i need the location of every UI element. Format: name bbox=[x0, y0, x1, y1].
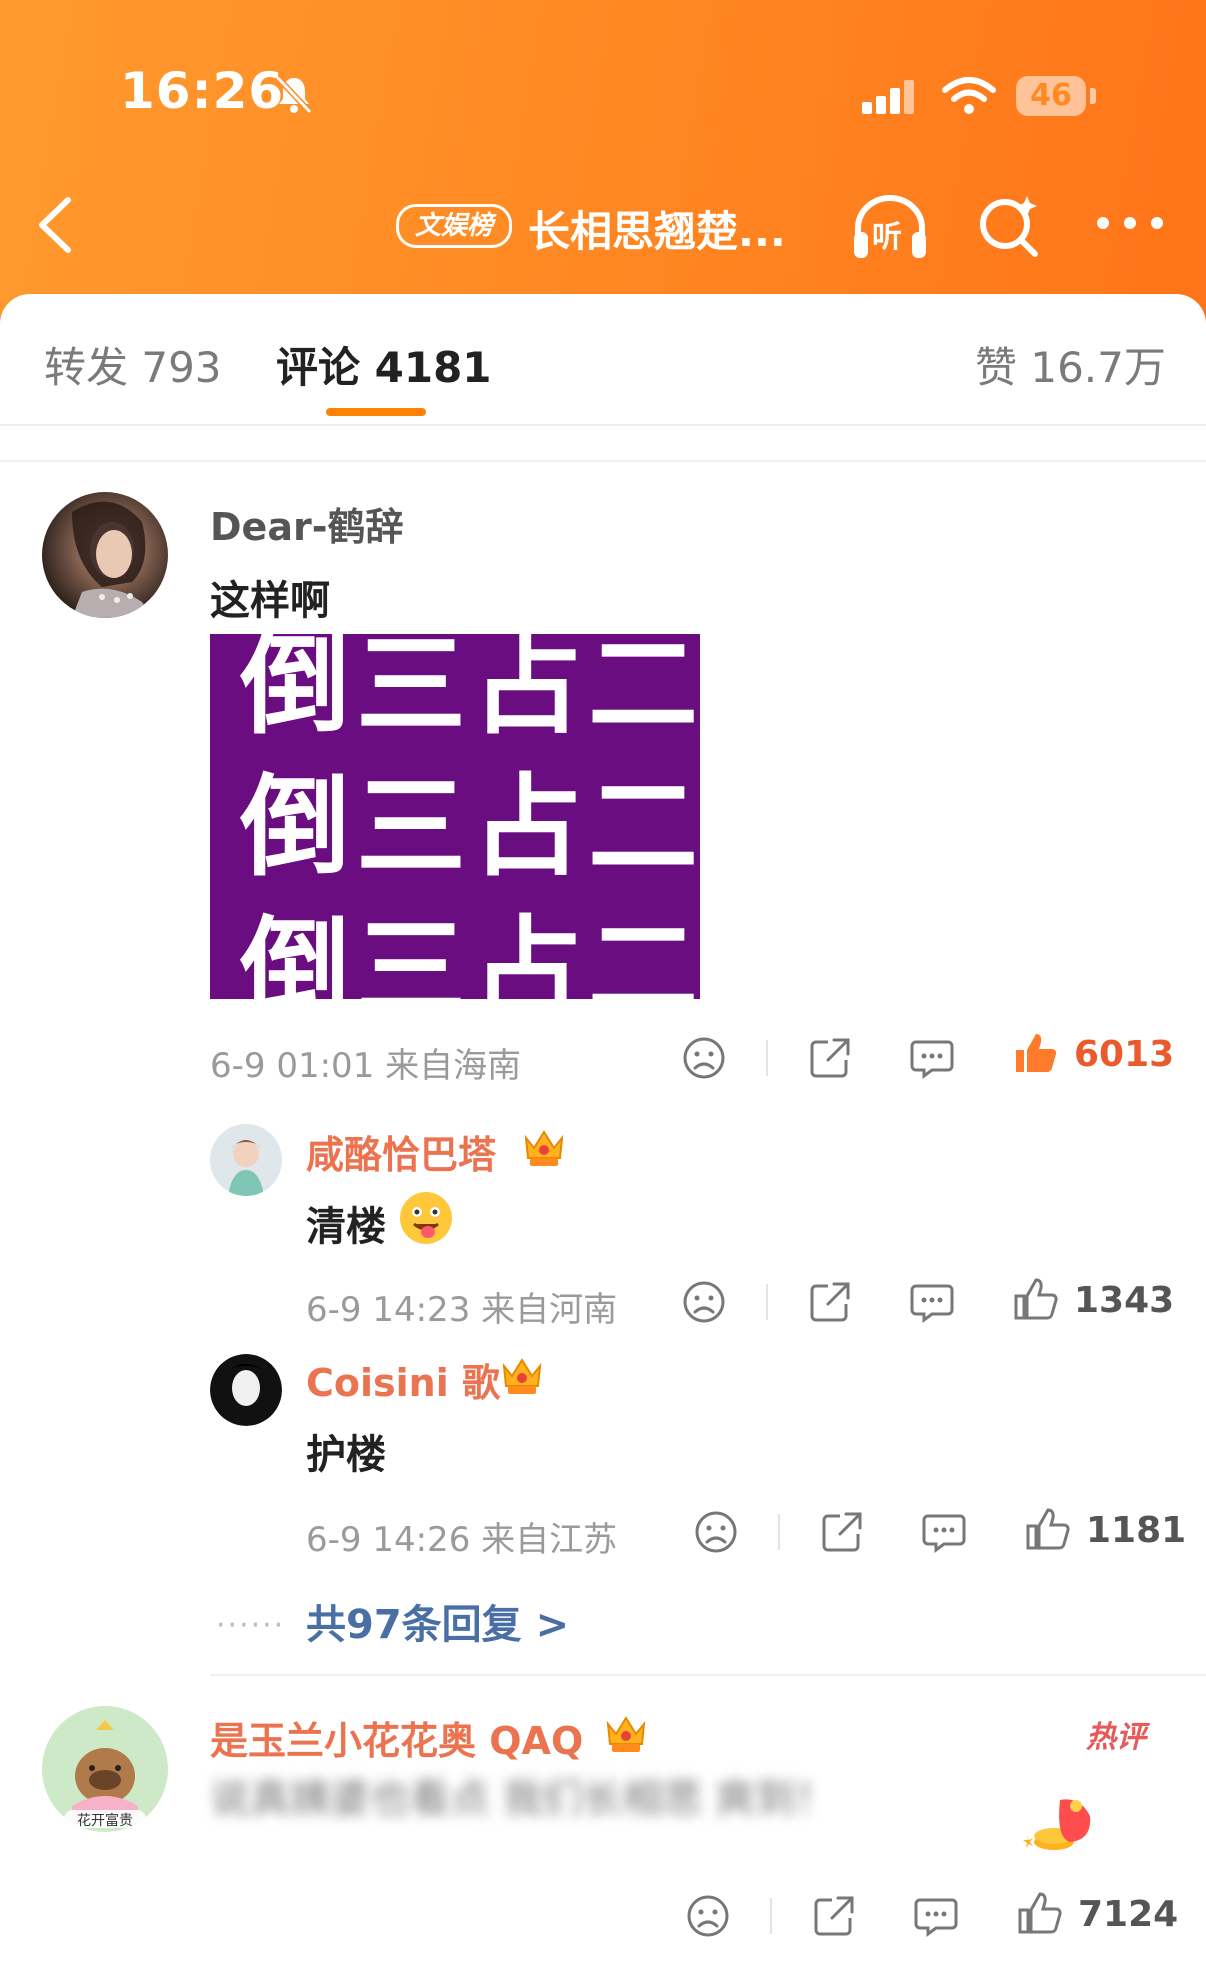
avatar[interactable] bbox=[210, 1354, 282, 1426]
dislike-face-icon[interactable] bbox=[686, 1894, 730, 1938]
image-text-line: 倒三占二 bbox=[240, 763, 700, 891]
reply-username[interactable]: Coisini 歌 bbox=[306, 1352, 500, 1407]
vip-crown-icon bbox=[502, 1358, 542, 1394]
comment-bubble-icon[interactable] bbox=[914, 1896, 958, 1938]
comment-image[interactable]: 倒三占二 倒三占二 倒三占二 bbox=[210, 634, 700, 999]
comment-bubble-icon[interactable] bbox=[910, 1038, 954, 1080]
topic-title[interactable]: 长相思翘楚... bbox=[528, 198, 786, 259]
reply-text: 清楼 bbox=[306, 1204, 386, 1250]
image-text-line: 倒三占二 bbox=[240, 634, 700, 749]
dislike-face-icon[interactable] bbox=[694, 1510, 738, 1554]
comment-username[interactable]: 是玉兰小花花奥 QAQ bbox=[210, 1710, 583, 1765]
like-count: 1181 bbox=[1086, 1510, 1187, 1551]
listen-label: 听 bbox=[872, 220, 902, 255]
comment-divider bbox=[210, 1674, 1206, 1676]
image-text-line: 倒三占二 bbox=[240, 905, 700, 999]
comment-username[interactable]: Dear-鹤辞 bbox=[210, 496, 403, 551]
thumbs-up-icon[interactable] bbox=[1012, 1276, 1058, 1322]
like-count: 7124 bbox=[1078, 1894, 1179, 1935]
view-more-replies-link[interactable]: 共97条回复 > bbox=[306, 1592, 569, 1650]
thumbs-up-filled-icon[interactable] bbox=[1012, 1030, 1058, 1076]
status-bar: 16:26 46 bbox=[0, 0, 1206, 190]
avatar[interactable]: 花开富贵 bbox=[42, 1706, 168, 1832]
tab-comments[interactable]: 评论 4181 bbox=[276, 334, 492, 395]
topic-tag-badge[interactable]: 文娱榜 bbox=[396, 204, 512, 248]
avatar-caption: 花开富贵 bbox=[77, 1813, 133, 1829]
reply-meta: 6-9 14:23 来自河南 bbox=[306, 1290, 618, 1330]
avatar[interactable] bbox=[42, 492, 168, 618]
battery-tip bbox=[1090, 88, 1096, 104]
like-count: 6013 bbox=[1074, 1034, 1175, 1075]
more-dots-icon[interactable] bbox=[1095, 208, 1165, 238]
reply-username[interactable]: 咸酪恰巴塔 bbox=[306, 1124, 496, 1179]
avatar[interactable] bbox=[210, 1124, 282, 1196]
reply-dots-decoration: ······ bbox=[216, 1608, 286, 1643]
search-icon[interactable] bbox=[975, 190, 1045, 260]
wifi-icon bbox=[942, 77, 996, 114]
action-separator bbox=[770, 1898, 772, 1934]
thumbs-up-icon[interactable] bbox=[1024, 1506, 1070, 1552]
reply-text: 护楼 bbox=[306, 1432, 386, 1478]
vip-crown-icon bbox=[606, 1716, 646, 1752]
comment-bubble-icon[interactable] bbox=[910, 1282, 954, 1324]
action-separator bbox=[766, 1040, 768, 1076]
section-divider bbox=[0, 460, 1206, 462]
vip-crown-icon bbox=[524, 1130, 564, 1166]
status-time: 16:26 bbox=[120, 62, 285, 120]
comment-meta: 6-9 01:01 来自海南 bbox=[210, 1046, 522, 1086]
battery-indicator: 46 bbox=[1016, 76, 1086, 116]
action-separator bbox=[778, 1514, 780, 1550]
share-icon[interactable] bbox=[812, 1894, 856, 1938]
share-icon[interactable] bbox=[808, 1036, 852, 1080]
lucky-bag-icon bbox=[1023, 1799, 1091, 1850]
action-separator bbox=[766, 1284, 768, 1320]
mute-bell-icon bbox=[275, 75, 313, 115]
comment-text-blurred: 说真姨婆也看点 我们长相思 爽到！ bbox=[210, 1776, 836, 1822]
thumbs-up-icon[interactable] bbox=[1016, 1890, 1062, 1936]
back-chevron-icon[interactable] bbox=[30, 190, 80, 260]
comment-bubble-icon[interactable] bbox=[922, 1512, 966, 1554]
like-count: 1343 bbox=[1074, 1280, 1175, 1321]
tab-likes[interactable]: 赞 16.7万 bbox=[975, 334, 1166, 395]
share-icon[interactable] bbox=[820, 1510, 864, 1554]
reply-meta: 6-9 14:26 来自江苏 bbox=[306, 1520, 618, 1560]
emoji-tongue-icon bbox=[400, 1192, 452, 1244]
active-tab-indicator bbox=[326, 408, 426, 416]
hot-comment-badge: 热评 bbox=[1086, 1720, 1146, 1755]
dislike-face-icon[interactable] bbox=[682, 1280, 726, 1324]
dislike-face-icon[interactable] bbox=[682, 1036, 726, 1080]
cellular-signal-icon bbox=[862, 80, 914, 114]
tab-reposts[interactable]: 转发 793 bbox=[44, 334, 222, 395]
comment-text: 这样啊 bbox=[210, 578, 330, 624]
share-icon[interactable] bbox=[808, 1280, 852, 1324]
